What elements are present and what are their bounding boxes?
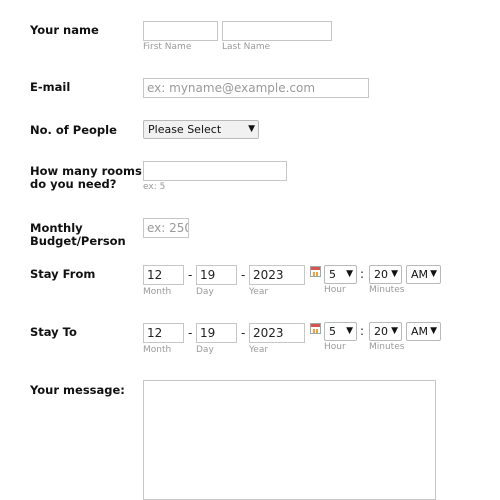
hour-sublabel: Hour xyxy=(324,342,346,352)
first-name-sublabel: First Name xyxy=(143,42,192,52)
stay-from-minute-select[interactable]: 20 ▼ xyxy=(369,265,402,284)
last-name-sublabel: Last Name xyxy=(222,42,271,52)
ampm-value: AM xyxy=(411,325,429,338)
chevron-down-icon: ▼ xyxy=(430,326,437,336)
calendar-icon[interactable] xyxy=(310,266,321,277)
year-sublabel: Year xyxy=(249,287,269,297)
chevron-down-icon: ▼ xyxy=(346,269,353,279)
ampm-value: AM xyxy=(411,268,429,281)
minute-value: 20 xyxy=(374,268,388,281)
time-separator: : xyxy=(360,267,365,281)
stay-from-hour-select[interactable]: 5 ▼ xyxy=(324,265,357,284)
chevron-down-icon: ▼ xyxy=(391,269,398,279)
budget-input[interactable]: ex: 250 xyxy=(143,218,189,238)
people-select-value: Please Select xyxy=(148,123,222,136)
chevron-down-icon: ▼ xyxy=(430,269,437,279)
people-label: No. of People xyxy=(30,123,117,137)
message-textarea[interactable] xyxy=(143,380,436,500)
stay-to-label: Stay To xyxy=(30,325,77,339)
date-separator: - xyxy=(188,268,193,282)
date-separator: - xyxy=(241,268,246,282)
stay-to-ampm-select[interactable]: AM ▼ xyxy=(406,322,441,341)
day-sublabel: Day xyxy=(196,287,214,297)
stay-from-year-input[interactable]: 2023 xyxy=(249,265,305,285)
stay-to-hour-select[interactable]: 5 ▼ xyxy=(324,322,357,341)
year-sublabel: Year xyxy=(249,345,269,355)
date-separator: - xyxy=(241,326,246,340)
hour-value: 5 xyxy=(329,268,336,281)
email-field[interactable]: ex: myname@example.com xyxy=(143,78,369,98)
stay-to-day-input[interactable]: 19 xyxy=(196,323,237,343)
budget-label: Monthly Budget/Person xyxy=(30,221,126,248)
minutes-sublabel: Minutes xyxy=(369,285,405,295)
last-name-input[interactable] xyxy=(222,21,332,41)
email-label: E-mail xyxy=(30,80,71,94)
date-separator: - xyxy=(188,326,193,340)
month-sublabel: Month xyxy=(143,345,172,355)
stay-from-label: Stay From xyxy=(30,267,96,281)
people-select[interactable]: Please Select ▼ xyxy=(143,120,259,139)
minutes-sublabel: Minutes xyxy=(369,342,405,352)
day-sublabel: Day xyxy=(196,345,214,355)
hour-sublabel: Hour xyxy=(324,285,346,295)
stay-to-minute-select[interactable]: 20 ▼ xyxy=(369,322,402,341)
time-separator: : xyxy=(360,324,365,338)
rooms-input[interactable] xyxy=(143,161,287,181)
stay-from-day-input[interactable]: 19 xyxy=(196,265,237,285)
calendar-icon[interactable] xyxy=(310,323,321,334)
month-sublabel: Month xyxy=(143,287,172,297)
your-name-label: Your name xyxy=(30,23,99,37)
chevron-down-icon: ▼ xyxy=(391,326,398,336)
first-name-input[interactable] xyxy=(143,21,218,41)
chevron-down-icon: ▼ xyxy=(248,124,255,134)
rooms-sublabel: ex: 5 xyxy=(143,182,166,192)
stay-from-month-input[interactable]: 12 xyxy=(143,265,184,285)
minute-value: 20 xyxy=(374,325,388,338)
chevron-down-icon: ▼ xyxy=(346,326,353,336)
stay-from-ampm-select[interactable]: AM ▼ xyxy=(406,265,441,284)
message-label: Your message: xyxy=(30,383,125,397)
stay-to-year-input[interactable]: 2023 xyxy=(249,323,305,343)
stay-to-month-input[interactable]: 12 xyxy=(143,323,184,343)
hour-value: 5 xyxy=(329,325,336,338)
rooms-label: How many rooms do you need? xyxy=(30,164,142,191)
